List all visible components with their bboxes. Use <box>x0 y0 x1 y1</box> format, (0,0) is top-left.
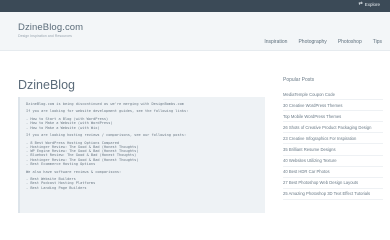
popular-post-link[interactable]: 27 Best Photoshop Web Design Layouts <box>283 178 383 189</box>
page-title: DzineBlog <box>18 78 75 92</box>
popular-post-link[interactable]: Top Mobile WordPress Themes <box>283 111 383 123</box>
content-link[interactable]: - Best Ecommerce Hosting Options <box>26 162 259 166</box>
sidebar-heading: Popular Posts <box>283 77 315 83</box>
popular-post-link[interactable]: 25 Amazing Photoshop 3D Text Effect Tuto… <box>283 189 383 200</box>
sidebar-popular-posts: Popular Posts MediaTemple Coupon Code 30… <box>283 77 383 200</box>
site-title[interactable]: DzineBlog.com <box>18 22 83 33</box>
content-block: DzineBlog.com is being discontinued as w… <box>26 102 259 106</box>
content-line: If you are looking hosting reviews / com… <box>26 133 187 138</box>
explore-arrow-icon: ⇄ <box>358 1 363 7</box>
popular-post-link[interactable]: 23 Creative Infographics For Inspiration <box>283 133 383 145</box>
popular-post-link[interactable]: 40 Websites Utilizing Texture <box>283 156 383 167</box>
popular-post-link[interactable]: 35 Brilliant Resume Designs <box>283 144 383 156</box>
content-block: If you are looking hosting reviews / com… <box>26 133 259 137</box>
popular-post-link[interactable]: 30 Creative WordPress Themes <box>283 100 383 112</box>
content-block: If you are looking for website developme… <box>26 109 259 113</box>
content-box: DzineBlog.com is being discontinued as w… <box>18 97 265 213</box>
explore-label: Explore <box>364 2 380 7</box>
nav-item-photoshop[interactable]: Photoshop <box>338 39 362 45</box>
popular-post-link[interactable]: 40 Best HDR Car Photos <box>283 167 383 178</box>
popular-post-link[interactable]: MediaTemple Coupon Code <box>283 89 383 101</box>
content-link[interactable]: - Best Landing Page Builders <box>26 186 259 190</box>
site-tagline: Design Inspiration and Resources <box>18 34 72 38</box>
explore-button[interactable]: ⇄ Explore <box>358 1 380 8</box>
site-header: DzineBlog.com Design Inspiration and Res… <box>0 12 390 51</box>
popular-post-link[interactable]: 26 Shots of Creative Product Packaging D… <box>283 122 383 134</box>
nav-item-tips[interactable]: Tips <box>373 39 382 45</box>
content-line: If you are looking for website developme… <box>26 109 189 114</box>
content-line: DzineBlog.com is being discontinued as w… <box>26 102 184 106</box>
content-block: - 8 Best WordPress Hosting Options Compa… <box>26 141 259 167</box>
content-link[interactable]: - How to Make a Website (with Wix) <box>26 126 259 130</box>
content-block: - How to Start a Blog (with WordPress) -… <box>26 117 259 130</box>
content-block: We also have software reviews & comparis… <box>26 170 259 174</box>
content-line: We also have software reviews & comparis… <box>26 169 122 174</box>
main-nav: Inspiration Photography Photoshop Tips <box>264 39 382 45</box>
top-bar: ⇄ Explore <box>0 0 390 12</box>
nav-item-photography[interactable]: Photography <box>298 39 326 45</box>
content-block: - Best Website Builders - Best Podcast H… <box>26 177 259 190</box>
nav-item-inspiration[interactable]: Inspiration <box>264 39 287 45</box>
